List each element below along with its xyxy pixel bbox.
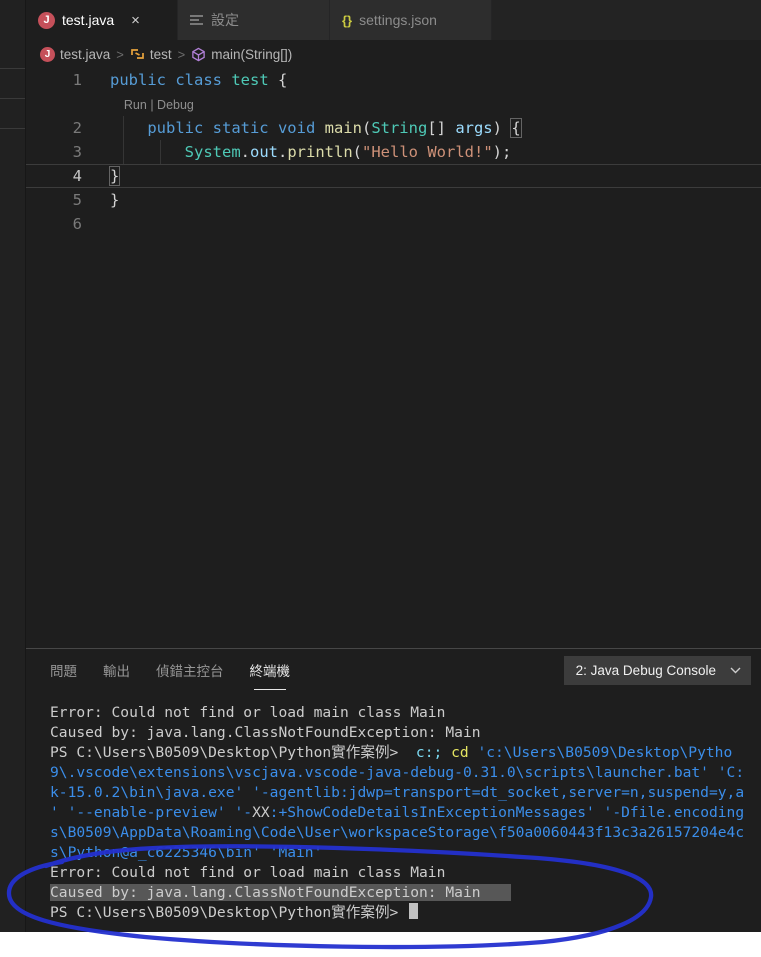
code-line: Run | Debug [26,92,761,116]
code-line: 5} [26,188,761,212]
editor-tab-bar: J test.java × 設定 {} settings.json [26,0,761,40]
sidebar-row-divider [0,128,25,129]
breadcrumb: J test.java > test > main(String[]) [26,40,761,68]
sidebar-row-divider [0,98,25,99]
code-line: 1 public class test { [26,68,761,92]
code-text: public static void main(String[] args) { [147,118,522,138]
code-editor[interactable]: 1 public class test { Run | Debug 2 public… [26,68,761,648]
code-line: 2 public static void main(String[] args)… [26,116,761,140]
panel-tab-terminal[interactable]: 終端機 [250,660,290,690]
class-icon [131,49,144,59]
terminal-line: Error: Could not find or load main class… [50,864,446,881]
breadcrumb-separator: > [116,46,124,62]
tabbar-empty-space [492,0,761,40]
code-text: } [108,166,121,186]
breadcrumb-file[interactable]: J test.java [40,46,110,62]
terminal-cursor [409,903,419,919]
terminal-line: ' '--enable-preview' '-XX:+ShowCodeDetai… [50,804,745,821]
codelens: Run | Debug [123,98,194,112]
terminal-line: k-15.0.2\bin\java.exe' '-agentlib:jdwp=t… [50,784,745,801]
line-number: 5 [72,191,82,209]
tab-label: settings.json [359,12,437,28]
bottom-panel: 問題 輸出 偵錯主控台 終端機 2: Java Debug Console Er… [26,648,761,932]
sidebar-row-divider [0,68,25,69]
terminal-line: PS C:\Users\B0509\Desktop\Python實作案例> c:… [50,744,733,761]
indent-guide [123,116,124,140]
tab-settings-json[interactable]: {} settings.json [330,0,492,40]
code-line: 4} [26,164,761,188]
code-text: public class test { [110,71,288,89]
terminal-line: Caused by: java.lang.ClassNotFoundExcept… [50,883,761,903]
line-number: 1 [72,71,82,89]
line-number: 6 [72,215,82,233]
debug-link[interactable]: Debug [157,98,194,112]
breadcrumb-separator: > [177,46,186,62]
settings-editor-icon [190,15,203,25]
panel-tab-problems[interactable]: 問題 [50,660,77,682]
breadcrumb-method[interactable]: main(String[]) [191,47,292,62]
line-number: 3 [72,143,82,161]
tab-settings[interactable]: 設定 [178,0,330,40]
terminal-selector-dropdown[interactable]: 2: Java Debug Console [563,656,751,685]
tab-test-java[interactable]: J test.java × [26,0,178,40]
terminal-output[interactable]: Error: Could not find or load main class… [26,693,761,923]
close-icon[interactable]: × [131,12,140,29]
run-link[interactable]: Run [124,98,147,112]
line-number: 4 [72,167,82,185]
tab-label: test.java [62,12,115,28]
code-text: System.out.println("Hello World!"); [184,143,512,161]
terminal-line: PS C:\Users\B0509\Desktop\Python實作案例> [50,903,761,923]
chevron-down-icon [730,667,741,674]
json-braces-icon: {} [342,12,353,28]
tab-label: 設定 [211,12,239,28]
terminal-line: s\Python@a_c6225346\bin' 'Main' [50,844,323,861]
method-cube-icon [192,47,206,61]
panel-tab-bar: 問題 輸出 偵錯主控台 終端機 2: Java Debug Console [26,649,761,693]
line-number [26,92,82,116]
panel-tab-debug-console[interactable]: 偵錯主控台 [156,660,224,682]
code-text: } [110,191,120,209]
java-file-icon: J [38,11,55,29]
terminal-line: s\B0509\AppData\Roaming\Code\User\worksp… [50,824,745,841]
terminal-selection: Caused by: java.lang.ClassNotFoundExcept… [50,884,511,901]
code-line: 6 [26,212,761,236]
code-line: 3 System.out.println("Hello World!"); [26,140,761,164]
java-file-icon: J [40,46,55,62]
panel-tab-output[interactable]: 輸出 [103,660,130,682]
terminal-line: 9\.vscode\extensions\vscjava.vscode-java… [50,764,745,781]
indent-guide [123,140,124,164]
breadcrumb-class[interactable]: test [130,47,172,62]
line-number: 2 [72,119,82,137]
indent-guide [160,140,161,164]
sidebar-edge [0,0,26,932]
terminal-line: Caused by: java.lang.ClassNotFoundExcept… [50,724,481,741]
vscode-window: J test.java × 設定 {} settings.json J test… [0,0,761,932]
terminal-line: Error: Could not find or load main class… [50,704,446,721]
